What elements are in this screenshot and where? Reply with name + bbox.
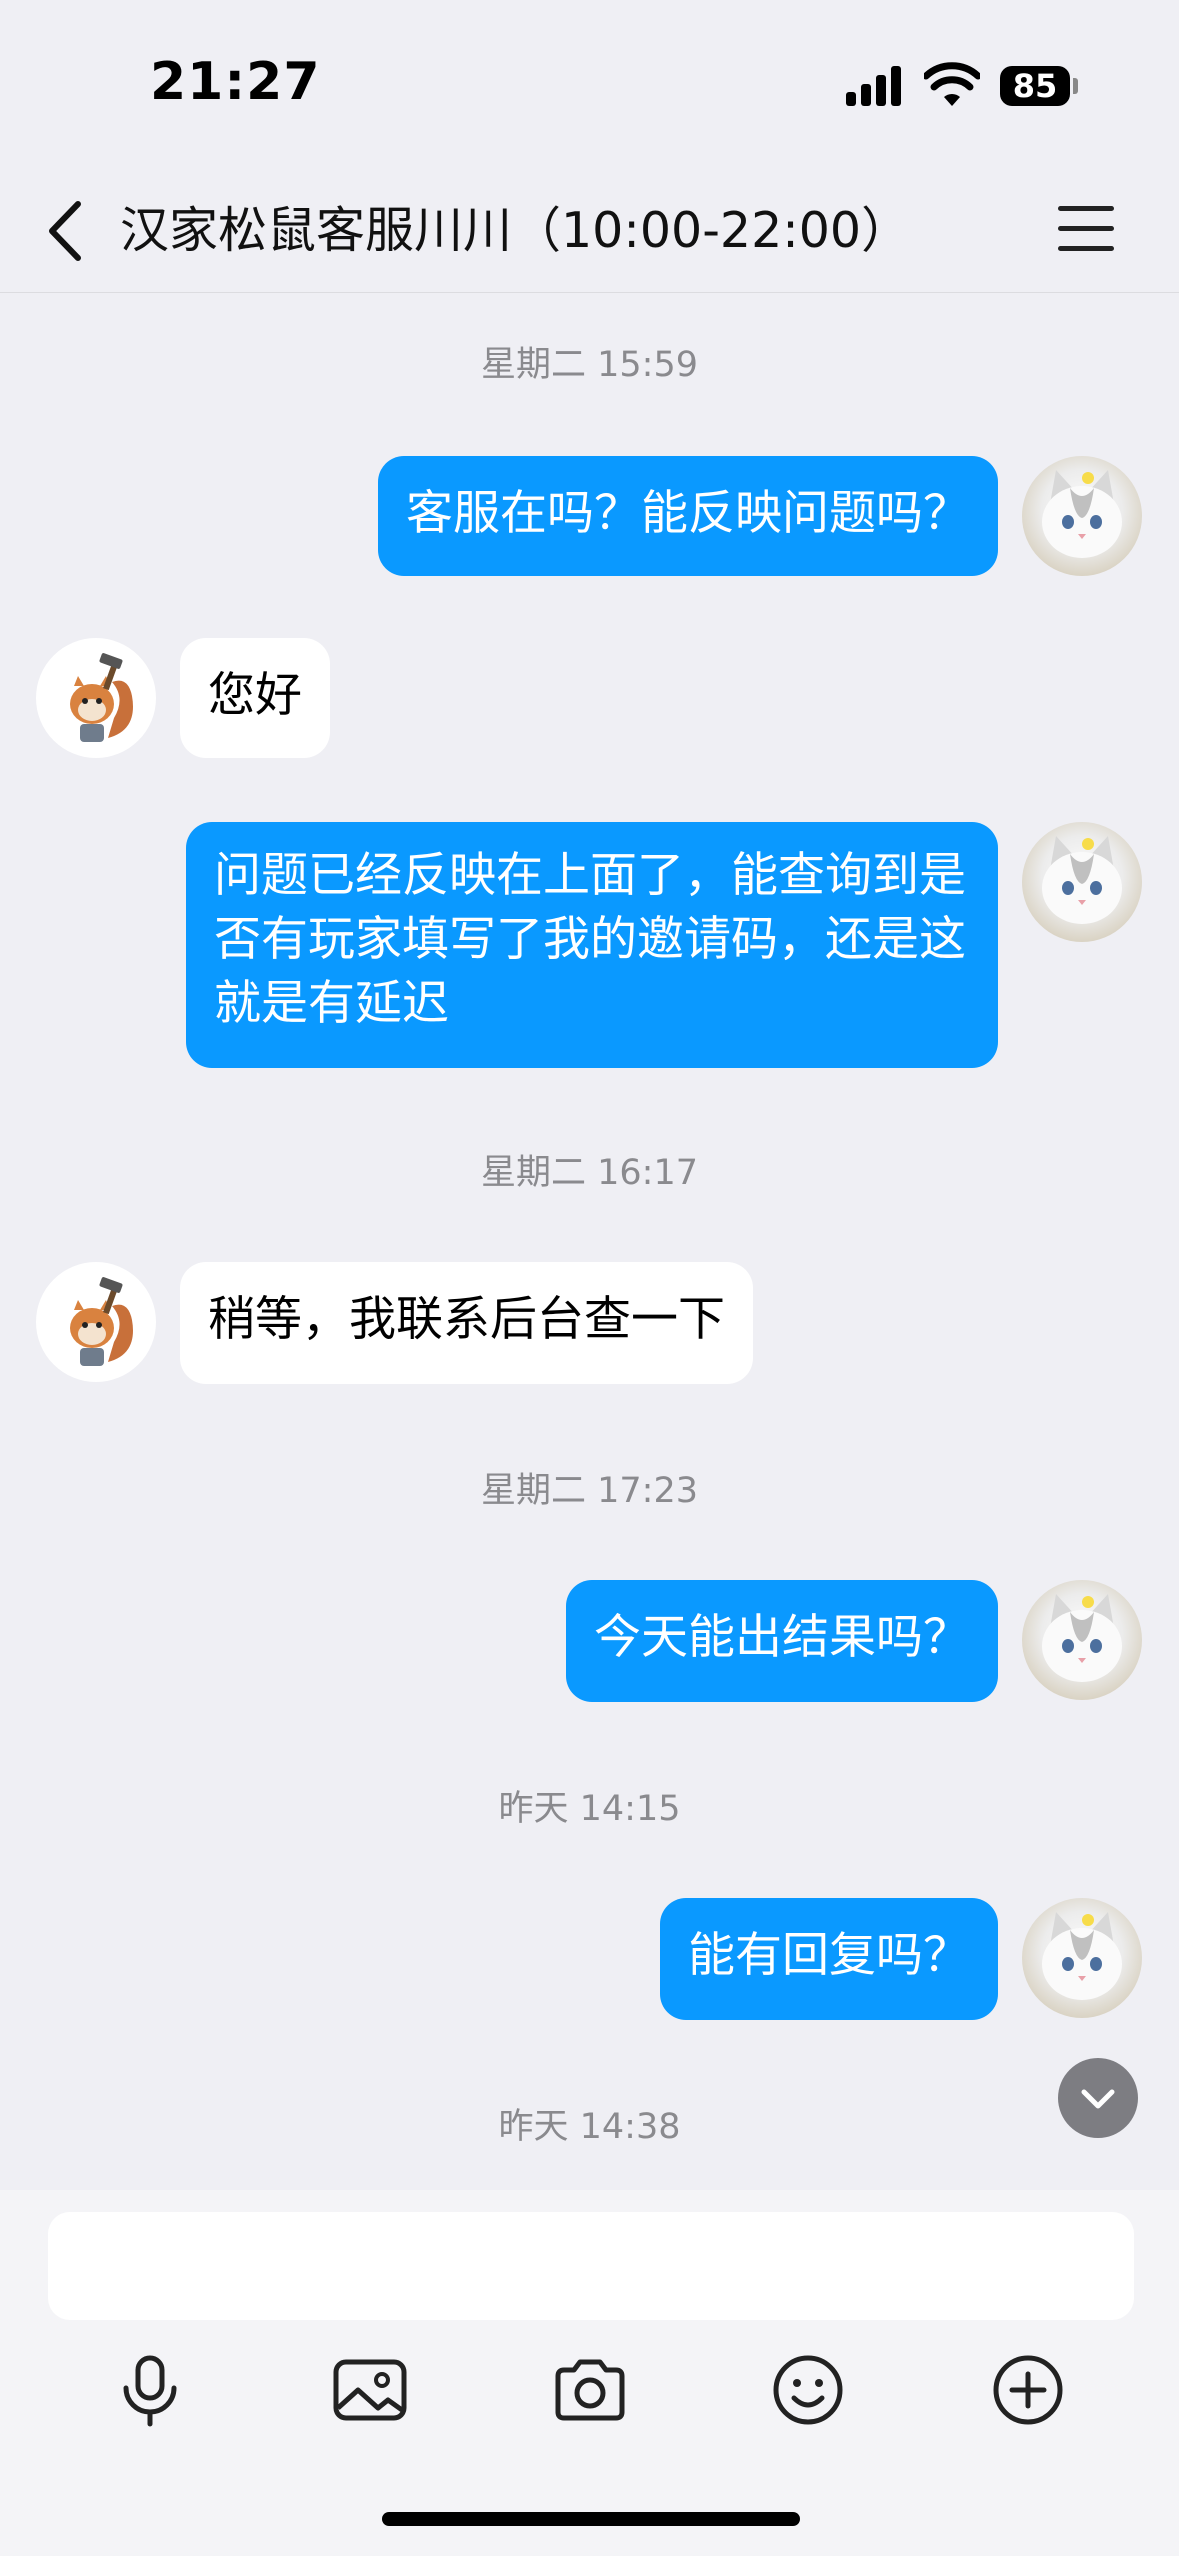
menu-icon[interactable]: [1058, 204, 1114, 254]
cat-avatar-image: [1042, 1594, 1122, 1682]
agent-avatar[interactable]: [36, 638, 156, 758]
camera-icon[interactable]: [550, 2350, 630, 2430]
timestamp: 星期二 15:59: [481, 345, 698, 385]
cellular-signal-icon: [846, 66, 906, 106]
squirrel-avatar-image: [70, 653, 133, 742]
timestamp: 星期二 17:23: [481, 1471, 698, 1511]
wifi-icon: [924, 62, 980, 106]
home-indicator: [382, 2512, 800, 2526]
cat-avatar-image: [1042, 1912, 1122, 2000]
chevron-down-icon: [1081, 2089, 1115, 2109]
timestamp: 星期二 16:17: [481, 1153, 698, 1193]
message-input[interactable]: [48, 2212, 1134, 2320]
user-avatar[interactable]: [1022, 822, 1142, 942]
message-bubble-outgoing[interactable]: 能有回复吗？: [660, 1898, 998, 2020]
mic-icon[interactable]: [110, 2350, 190, 2430]
chat-header: 汉家松鼠客服川川（10:00-22:00）: [0, 170, 1179, 293]
cat-avatar-image: [1042, 836, 1122, 924]
battery-tip: [1073, 78, 1078, 94]
emoji-icon[interactable]: [768, 2350, 848, 2430]
image-icon[interactable]: [330, 2350, 410, 2430]
back-icon[interactable]: [40, 198, 92, 264]
status-bar: 21:27 85: [0, 0, 1179, 170]
agent-avatar[interactable]: [36, 1262, 156, 1382]
timestamp: 昨天 14:38: [498, 2107, 681, 2147]
user-avatar[interactable]: [1022, 1580, 1142, 1700]
timestamp: 昨天 14:15: [498, 1789, 681, 1829]
message-bubble-outgoing[interactable]: 问题已经反映在上面了，能查询到是否有玩家填写了我的邀请码，还是这就是有延迟: [186, 822, 998, 1068]
message-bubble-incoming[interactable]: 您好: [180, 638, 330, 758]
plus-icon[interactable]: [988, 2350, 1068, 2430]
cat-avatar-image: [1042, 470, 1122, 558]
composer: [0, 2190, 1179, 2556]
user-avatar[interactable]: [1022, 1898, 1142, 2018]
user-avatar[interactable]: [1022, 456, 1142, 576]
message-bubble-incoming[interactable]: 稍等，我联系后台查一下: [180, 1262, 753, 1384]
squirrel-avatar-image: [70, 1277, 133, 1366]
message-bubble-outgoing[interactable]: 客服在吗？能反映问题吗？: [378, 456, 998, 576]
scroll-to-bottom-button[interactable]: [1058, 2058, 1138, 2138]
message-bubble-outgoing[interactable]: 今天能出结果吗？: [566, 1580, 998, 1702]
status-time: 21:27: [150, 52, 321, 112]
chat-title: 汉家松鼠客服川川（10:00-22:00）: [120, 202, 911, 259]
battery-icon: 85: [1000, 66, 1070, 106]
